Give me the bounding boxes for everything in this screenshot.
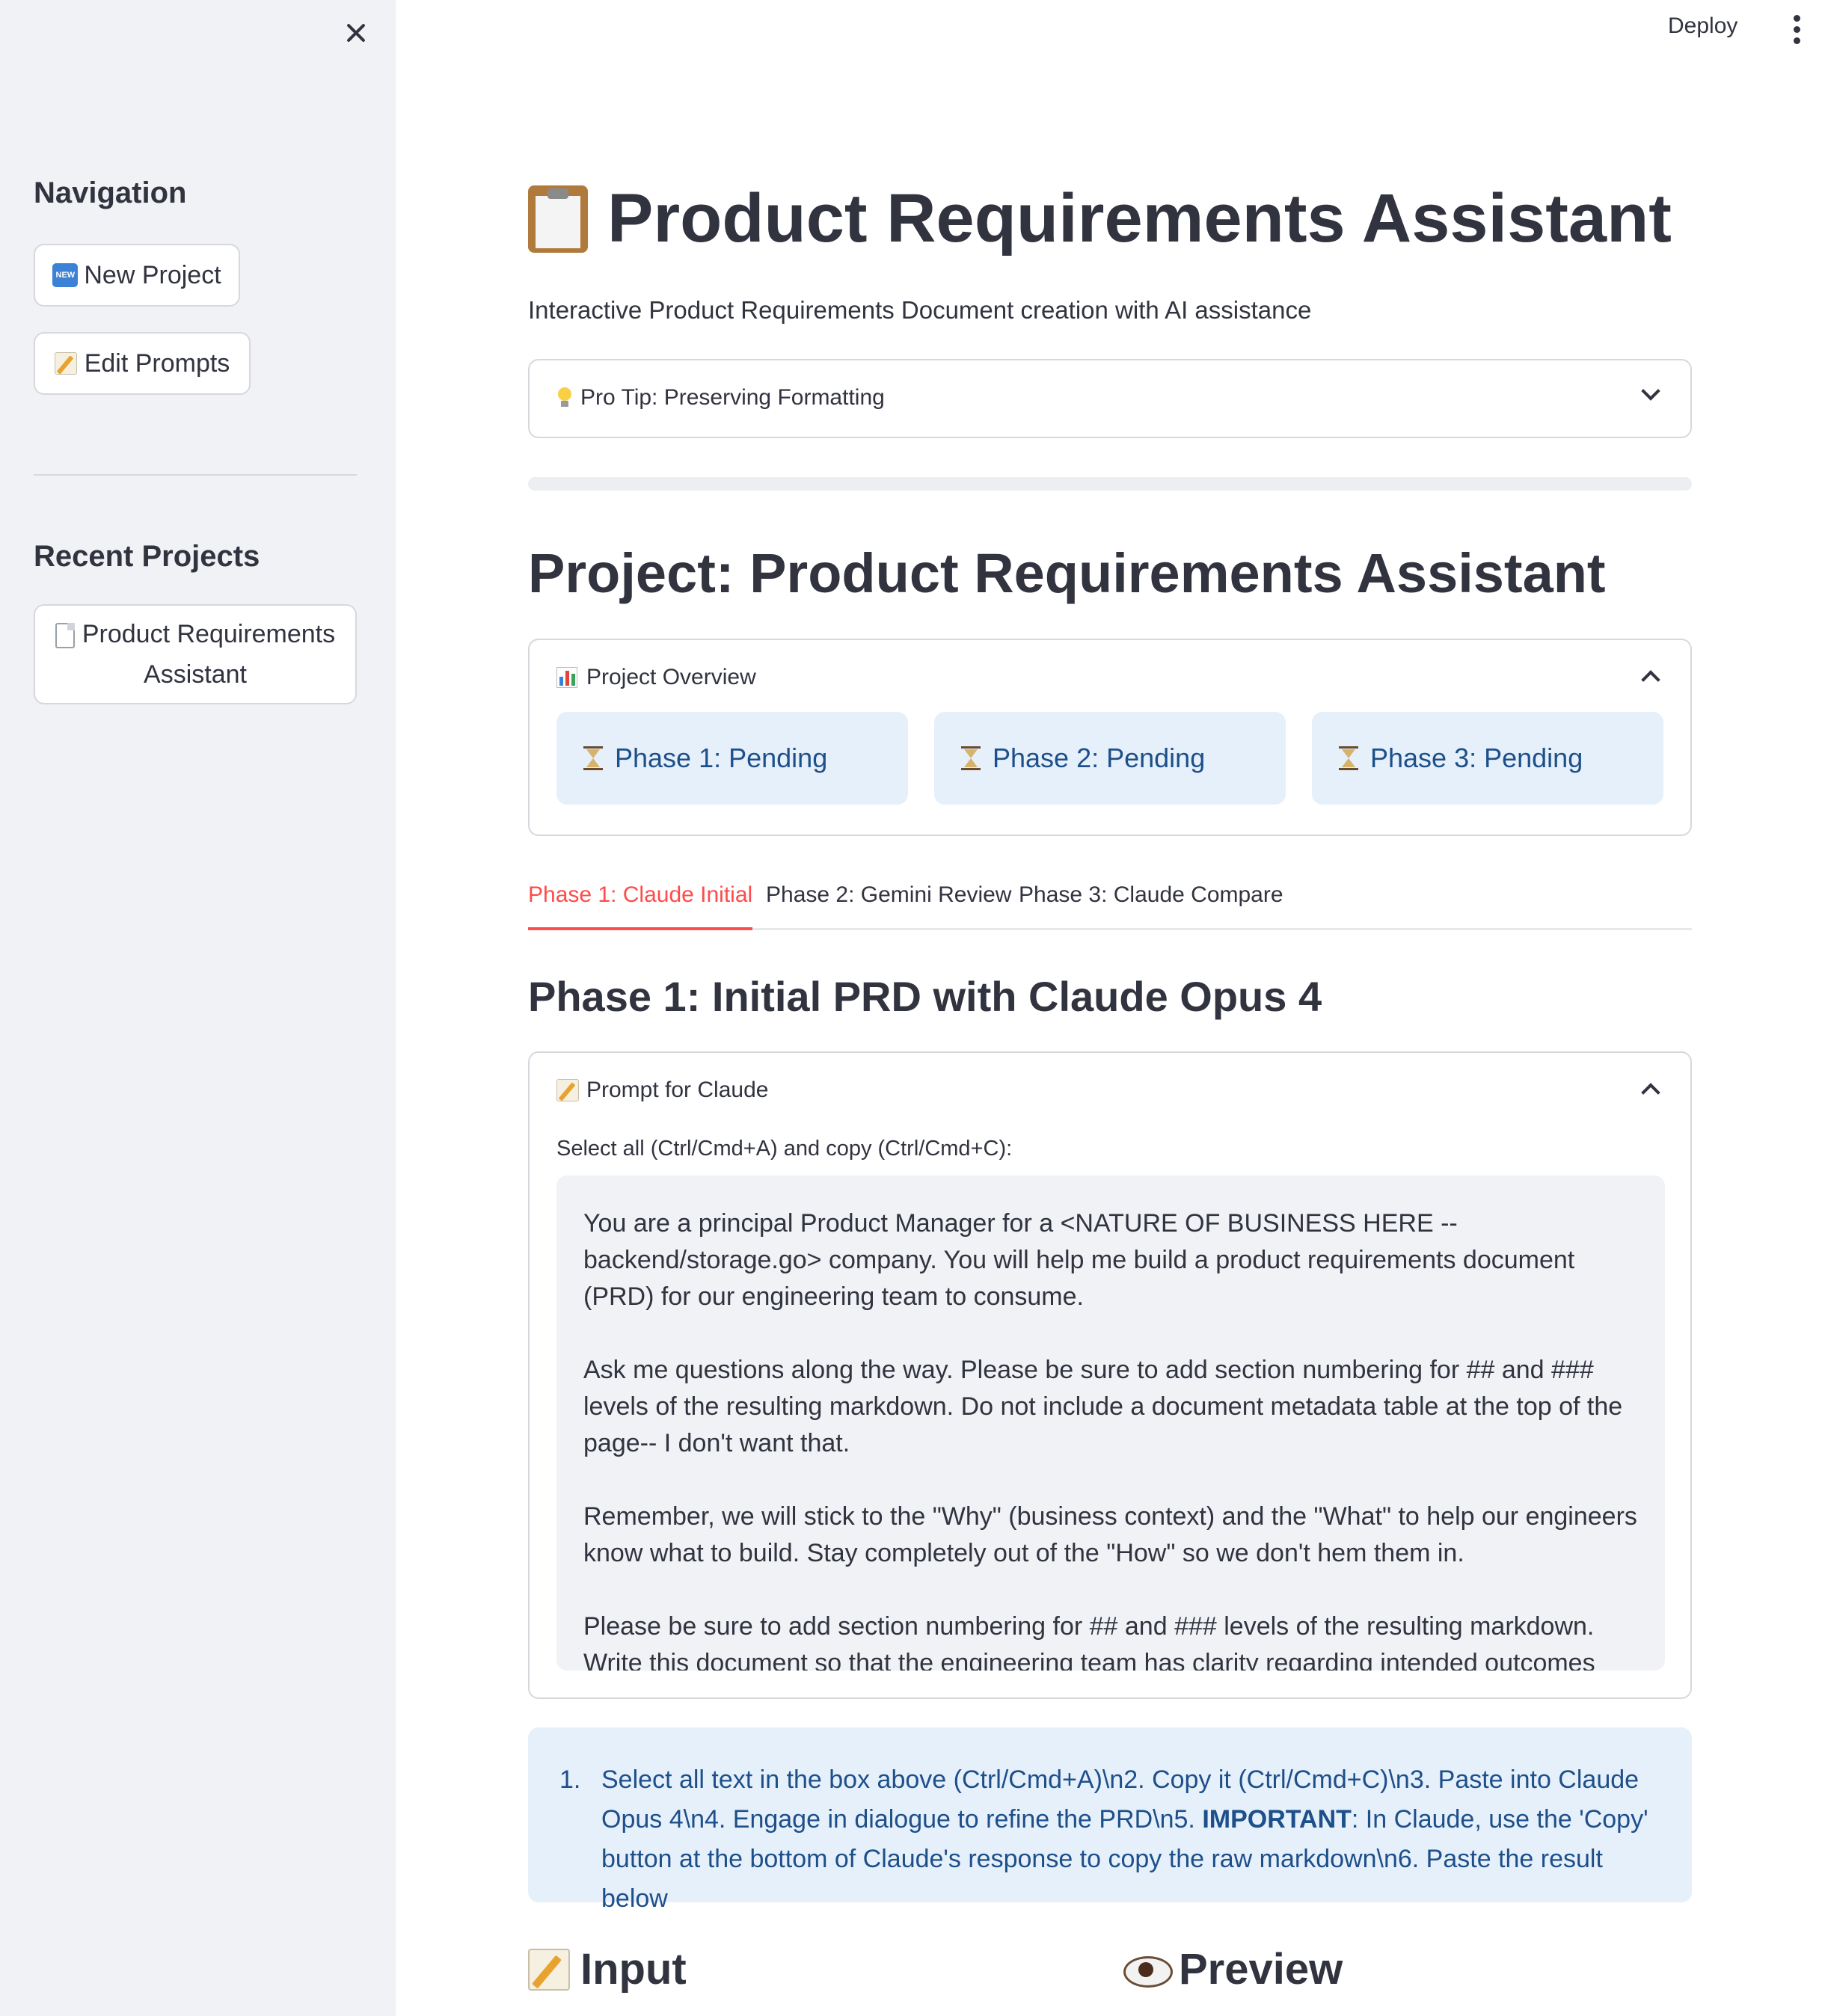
info-text-bold: IMPORTANT (1202, 1805, 1352, 1834)
pro-tip-label: Pro Tip: Preserving Formatting (580, 385, 885, 410)
edit-prompts-button[interactable]: Edit Prompts (34, 332, 251, 395)
new-project-button[interactable]: NEW New Project (34, 244, 240, 307)
memo-icon (528, 1948, 570, 1991)
phase-1-status-label: Phase 1: Pending (615, 743, 828, 773)
clipboard-icon (528, 185, 588, 253)
eye-icon (1123, 1955, 1173, 1988)
preview-heading-text: Preview (1179, 1945, 1343, 1994)
hourglass-icon (1339, 746, 1358, 770)
phase-1-status: Phase 1: Pending (556, 712, 908, 805)
input-heading: Input (528, 1944, 687, 1994)
memo-icon (556, 1079, 579, 1101)
recent-projects-heading: Recent Projects (34, 540, 260, 573)
navigation-heading: Navigation (34, 176, 187, 209)
new-project-label: New Project (84, 260, 221, 289)
bar-chart-icon (556, 667, 577, 688)
close-sidebar-icon[interactable] (338, 15, 374, 51)
recent-project-line1: Product Requirements (82, 619, 336, 648)
prompt-expander-label: Prompt for Claude (586, 1078, 769, 1102)
sidebar-divider (34, 474, 357, 476)
memo-icon (54, 352, 77, 375)
sidebar: Navigation NEW New Project Edit Prompts … (0, 0, 396, 2016)
project-overview-expander: Project Overview Phase 1: Pending Phase … (528, 639, 1692, 836)
tab-phase-3[interactable]: Phase 3: Claude Compare (1019, 882, 1283, 930)
chevron-down-icon (1641, 381, 1660, 401)
recent-project-line2: Assistant (144, 660, 247, 689)
preview-heading: Preview (1123, 1944, 1343, 1994)
tab-phase-1[interactable]: Phase 1: Claude Initial (528, 882, 753, 930)
phase-tabs: Phase 1: Claude Initial Phase 2: Gemini … (528, 876, 1692, 930)
hourglass-icon (961, 746, 981, 770)
lightbulb-icon (556, 387, 571, 408)
new-icon: NEW (52, 263, 79, 287)
progress-bar (528, 477, 1692, 491)
prompt-expander: Prompt for Claude Select all (Ctrl/Cmd+A… (528, 1051, 1692, 1699)
phase-heading: Phase 1: Initial PRD with Claude Opus 4 (528, 973, 1322, 1020)
phase-2-status-label: Phase 2: Pending (993, 743, 1206, 773)
instructions-info-box: 1. Select all text in the box above (Ctr… (528, 1727, 1692, 1913)
recent-project-button[interactable]: Product Requirements Assistant (34, 604, 357, 704)
edit-prompts-label: Edit Prompts (84, 348, 230, 378)
tab-phase-2[interactable]: Phase 2: Gemini Review (766, 882, 1011, 930)
hourglass-icon (583, 746, 603, 770)
phase-2-status: Phase 2: Pending (934, 712, 1286, 805)
input-heading-text: Input (580, 1945, 687, 1994)
project-heading: Project: Product Requirements Assistant (528, 542, 1606, 604)
page-title-text: Product Requirements Assistant (607, 180, 1672, 256)
pro-tip-header[interactable]: Pro Tip: Preserving Formatting (530, 360, 1690, 435)
phase-3-status-label: Phase 3: Pending (1370, 743, 1583, 773)
prompt-expander-header[interactable]: Prompt for Claude (530, 1053, 1690, 1128)
info-text: Select all text in the box above (Ctrl/C… (601, 1760, 1663, 1919)
prompt-text-area[interactable]: You are a principal Product Manager for … (556, 1176, 1665, 1671)
page-title: Product Requirements Assistant (528, 179, 1672, 258)
info-list-number: 1. (559, 1765, 581, 1794)
chevron-up-icon (1641, 1083, 1660, 1102)
deploy-button[interactable]: Deploy (1668, 13, 1737, 39)
pro-tip-expander[interactable]: Pro Tip: Preserving Formatting (528, 359, 1692, 438)
page-subtitle: Interactive Product Requirements Documen… (528, 296, 1312, 324)
project-overview-header[interactable]: Project Overview (530, 640, 1690, 715)
project-overview-label: Project Overview (586, 665, 756, 689)
main-menu-icon[interactable] (1791, 15, 1803, 45)
phase-3-status: Phase 3: Pending (1312, 712, 1663, 805)
prompt-instruction: Select all (Ctrl/Cmd+A) and copy (Ctrl/C… (556, 1137, 1013, 1161)
document-icon (55, 622, 75, 648)
chevron-up-icon (1641, 670, 1660, 689)
